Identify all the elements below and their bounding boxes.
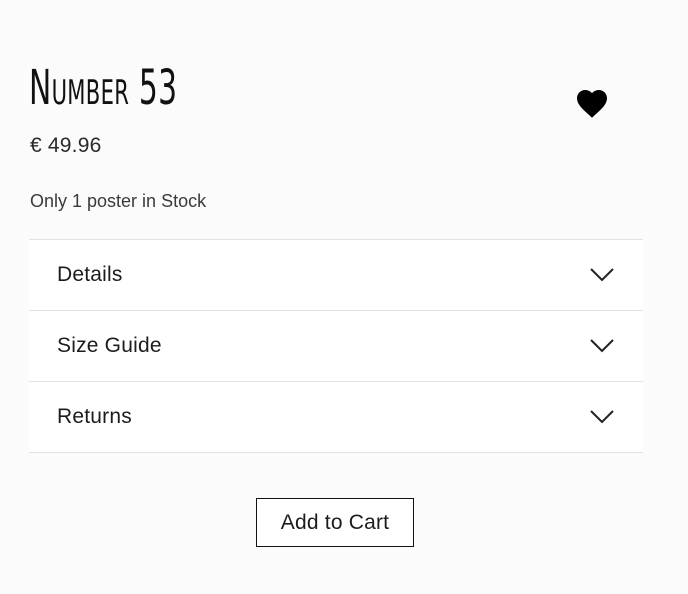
favorite-button[interactable]	[570, 82, 614, 122]
chevron-down-icon	[589, 266, 615, 284]
product-info-accordion: Details Size Guide Returns	[29, 239, 643, 453]
add-to-cart-button[interactable]: Add to Cart	[256, 498, 414, 547]
accordion-size-guide-label: Size Guide	[57, 334, 162, 357]
chevron-down-icon	[589, 337, 615, 355]
accordion-returns-label: Returns	[57, 405, 132, 428]
accordion-details[interactable]: Details	[29, 240, 643, 311]
product-price: € 49.96	[30, 134, 102, 157]
accordion-returns[interactable]: Returns	[29, 382, 643, 453]
product-title: Number 53	[29, 60, 178, 116]
chevron-down-icon	[589, 408, 615, 426]
accordion-details-label: Details	[57, 263, 123, 286]
stock-status: Only 1 poster in Stock	[30, 191, 207, 211]
accordion-size-guide[interactable]: Size Guide	[29, 311, 643, 382]
heart-icon	[577, 90, 607, 118]
